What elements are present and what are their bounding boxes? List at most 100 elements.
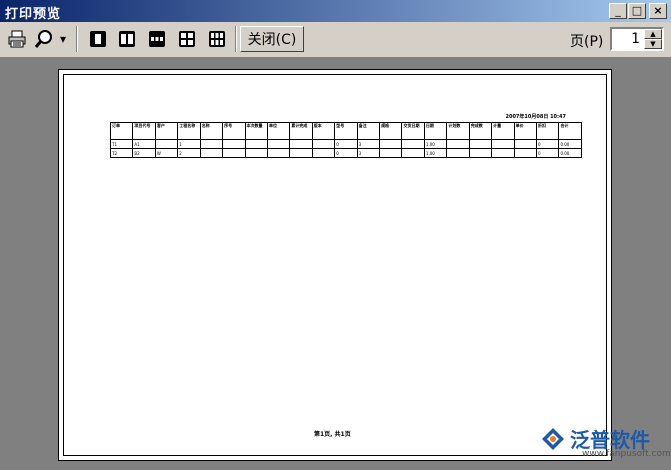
table-row: T2 B2 W 2 0 3 1.00 0 0.00 bbox=[109, 148, 582, 158]
table-header-cell: 计划数 bbox=[446, 122, 470, 140]
table-cell: T1 bbox=[109, 139, 134, 149]
table-cell bbox=[379, 148, 403, 158]
table-header-cell: 日期 bbox=[423, 122, 448, 140]
table-cell: A1 bbox=[132, 139, 156, 149]
report-table: 订单 项目代号 客户 工程名称 名称 序号 本次数量 单位 累计完成 版本 型号 备注 规格 交货日期 日期… bbox=[109, 122, 582, 158]
spin-down-icon[interactable]: ▼ bbox=[644, 39, 662, 49]
table-cell bbox=[311, 139, 336, 149]
preview-page: 2007年10月08日 10:47 订单 项目代号 客户 工程名称 名称 序号 本次数量 单位… bbox=[58, 69, 612, 461]
page-number-input[interactable]: 1 ▲ ▼ bbox=[610, 27, 664, 51]
close-window-button[interactable]: × bbox=[649, 3, 667, 19]
table-cell bbox=[289, 148, 313, 158]
table-cell bbox=[468, 148, 493, 158]
one-page-icon bbox=[90, 31, 106, 47]
table-cell bbox=[401, 139, 425, 149]
table-cell bbox=[468, 139, 493, 149]
table-cell: 1.00 bbox=[423, 148, 448, 158]
two-page-icon bbox=[119, 31, 135, 47]
page-footer: 第1页, 共1页 bbox=[314, 431, 351, 438]
table-header-cell: 工程名称 bbox=[177, 122, 201, 140]
table-header-cell: 版本 bbox=[311, 122, 336, 140]
table-cell bbox=[266, 148, 291, 158]
table-header-cell: 本次数量 bbox=[244, 122, 268, 140]
table-header-cell: 交货日期 bbox=[401, 122, 425, 140]
table-cell: 0 bbox=[536, 139, 560, 149]
table-cell bbox=[199, 148, 224, 158]
table-cell bbox=[244, 139, 268, 149]
table-cell: 0.00 bbox=[558, 148, 582, 158]
print-button[interactable] bbox=[5, 27, 29, 51]
table-cell bbox=[311, 148, 336, 158]
maximize-button[interactable]: □ bbox=[628, 3, 646, 19]
table-cell: 1 bbox=[177, 139, 201, 149]
close-preview-button[interactable]: 关闭(C) bbox=[240, 26, 304, 52]
table-cell bbox=[154, 139, 179, 149]
four-page-icon bbox=[179, 31, 195, 47]
table-header-cell: 序号 bbox=[222, 122, 246, 140]
table-header-cell: 单位 bbox=[266, 122, 291, 140]
table-cell bbox=[199, 139, 224, 149]
table-header-cell: 折扣 bbox=[536, 122, 560, 140]
table-header-cell: 完成数 bbox=[468, 122, 493, 140]
six-page-button[interactable] bbox=[205, 27, 229, 51]
page-spinner: ▲ ▼ bbox=[644, 29, 662, 49]
table-cell bbox=[244, 148, 268, 158]
table-cell: 3 bbox=[356, 139, 381, 149]
table-cell: 2 bbox=[177, 148, 201, 158]
page-label: 页(P) bbox=[570, 34, 604, 50]
table-cell bbox=[513, 139, 538, 149]
table-header-cell: 备注 bbox=[356, 122, 381, 140]
print-date: 2007年10月08日 10:47 bbox=[505, 114, 567, 120]
table-header-cell: 单价 bbox=[513, 122, 538, 140]
zoom-dropdown-arrow[interactable]: ▾ bbox=[57, 27, 69, 51]
table-header-cell: 累计完成 bbox=[289, 122, 313, 140]
minimize-button[interactable]: _ bbox=[609, 3, 627, 19]
table-cell: 0 bbox=[334, 139, 358, 149]
fanpu-logo-icon bbox=[542, 427, 564, 450]
table-cell: 3 bbox=[356, 148, 381, 158]
table-row: T1 A1 1 0 3 1.00 0 0.00 bbox=[109, 139, 582, 149]
table-cell bbox=[513, 148, 538, 158]
brand-url: www.fanpusoft.com bbox=[582, 449, 671, 459]
table-header-cell: 名称 bbox=[199, 122, 224, 140]
table-cell bbox=[222, 148, 246, 158]
window-title: 打印预览 bbox=[5, 7, 62, 22]
table-cell: T2 bbox=[109, 148, 134, 158]
table-cell bbox=[446, 139, 470, 149]
table-header-cell: 规格 bbox=[379, 122, 403, 140]
one-page-button[interactable] bbox=[86, 27, 110, 51]
three-page-icon bbox=[149, 31, 165, 47]
table-header-cell: 计量 bbox=[491, 122, 515, 140]
table-cell bbox=[401, 148, 425, 158]
toolbar: ▾ 关闭(C) 页(P) 1 ▲ ▼ bbox=[0, 22, 671, 58]
magnifier-icon bbox=[34, 30, 52, 48]
spin-up-icon[interactable]: ▲ bbox=[644, 29, 662, 39]
six-page-icon bbox=[209, 31, 225, 47]
zoom-button[interactable] bbox=[32, 27, 56, 51]
table-header-cell: 订单 bbox=[109, 122, 134, 140]
table-cell bbox=[222, 139, 246, 149]
printer-icon bbox=[8, 30, 26, 48]
table-cell: 1.00 bbox=[423, 139, 448, 149]
table-cell bbox=[379, 139, 403, 149]
table-cell bbox=[446, 148, 470, 158]
table-cell bbox=[491, 148, 515, 158]
table-cell: B2 bbox=[132, 148, 156, 158]
table-cell bbox=[289, 139, 313, 149]
two-page-button[interactable] bbox=[115, 27, 139, 51]
table-cell bbox=[266, 139, 291, 149]
toolbar-separator bbox=[76, 26, 78, 52]
three-page-button[interactable] bbox=[145, 27, 169, 51]
table-cell: 0 bbox=[334, 148, 358, 158]
table-cell: 0 bbox=[536, 148, 560, 158]
table-header-cell: 客户 bbox=[154, 122, 179, 140]
table-header-cell: 合计 bbox=[558, 122, 582, 140]
table-cell: 0.00 bbox=[558, 139, 582, 149]
page-number-value: 1 bbox=[631, 31, 640, 47]
table-header-row: 订单 项目代号 客户 工程名称 名称 序号 本次数量 单位 累计完成 版本 型号 备注 规格 交货日期 日期… bbox=[109, 122, 582, 140]
four-page-button[interactable] bbox=[175, 27, 199, 51]
brand-watermark: 泛普软件 www.fanpusoft.com bbox=[540, 424, 671, 459]
table-cell: W bbox=[154, 148, 179, 158]
page-border: 2007年10月08日 10:47 订单 项目代号 客户 工程名称 名称 序号 本次数量 单位… bbox=[63, 74, 607, 456]
title-bar: 打印预览 _ □ × bbox=[0, 0, 671, 22]
